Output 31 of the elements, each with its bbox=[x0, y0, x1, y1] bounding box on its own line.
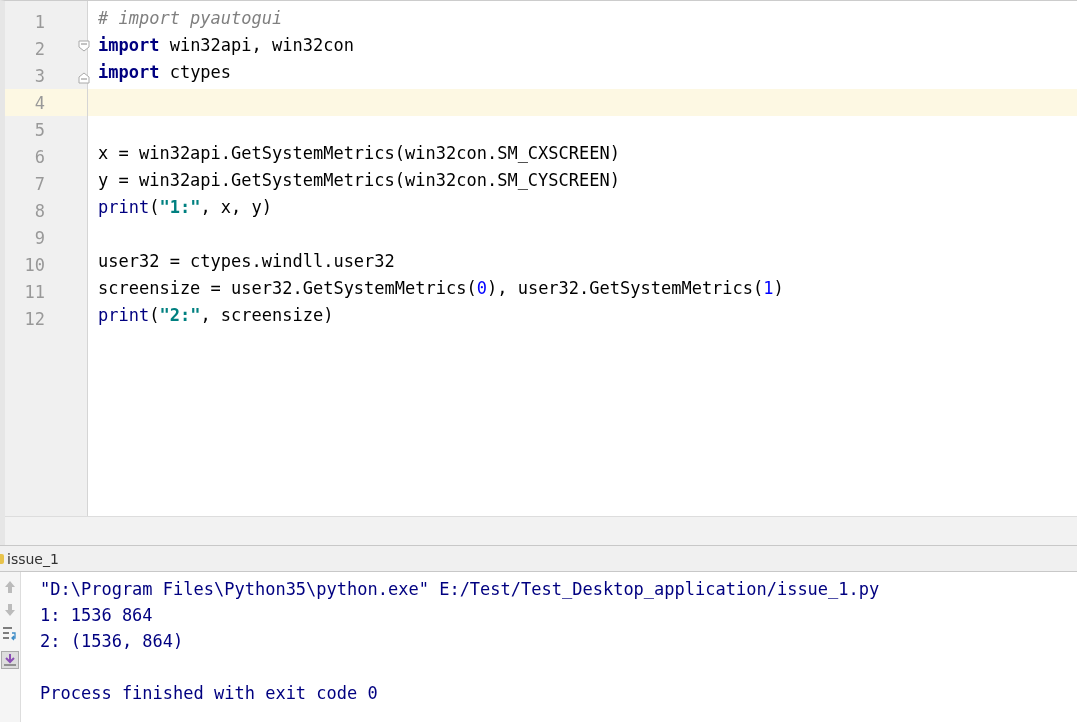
scroll-to-end-icon[interactable] bbox=[1, 651, 19, 669]
code-line: y = win32api.GetSystemMetrics(win32con.SM_CYSCREEN) bbox=[98, 170, 620, 190]
console-output-line: 1: 1536 864 bbox=[40, 604, 153, 627]
line-number: 5 bbox=[33, 119, 45, 140]
line-number: 7 bbox=[33, 173, 45, 194]
line-number: 6 bbox=[33, 146, 45, 167]
code-line: import ctypes bbox=[98, 62, 232, 82]
line-number: 10 bbox=[23, 254, 45, 275]
console-output-line: 2: (1536, 864) bbox=[40, 630, 184, 653]
console-output-line: "D:\Program Files\Python35\python.exe" E:/Test/Test_Desktop_application/issue_1.py bbox=[40, 578, 880, 601]
code-line: print("2:", screensize) bbox=[98, 305, 334, 325]
code-line: screensize = user32.GetSystemMetrics(0), user32.GetSystemMetrics(1) bbox=[98, 278, 784, 298]
down-arrow-icon[interactable] bbox=[4, 603, 16, 617]
code-line: print("1:", x, y) bbox=[98, 197, 273, 217]
line-number: 8 bbox=[33, 200, 45, 221]
line-number: 11 bbox=[23, 281, 45, 302]
code-line: import win32api, win32con bbox=[98, 35, 354, 55]
file-icon bbox=[0, 553, 4, 564]
exit-status-line: Process finished with exit code 0 bbox=[40, 682, 378, 705]
code-line: user32 = ctypes.windll.user32 bbox=[98, 251, 395, 271]
code-line: x = win32api.GetSystemMetrics(win32con.SM_CXSCREEN) bbox=[98, 143, 620, 163]
line-number: 4 bbox=[33, 92, 45, 113]
line-number: 12 bbox=[23, 308, 45, 329]
run-tab-title[interactable]: issue_1 bbox=[7, 550, 59, 567]
up-arrow-icon[interactable] bbox=[4, 580, 16, 594]
line-number: 3 bbox=[33, 65, 45, 86]
line-number: 2 bbox=[33, 38, 45, 59]
code-line: # import pyautogui bbox=[98, 8, 283, 28]
line-number: 1 bbox=[33, 11, 45, 32]
soft-wrap-icon[interactable] bbox=[2, 626, 18, 642]
line-number: 9 bbox=[33, 227, 45, 248]
